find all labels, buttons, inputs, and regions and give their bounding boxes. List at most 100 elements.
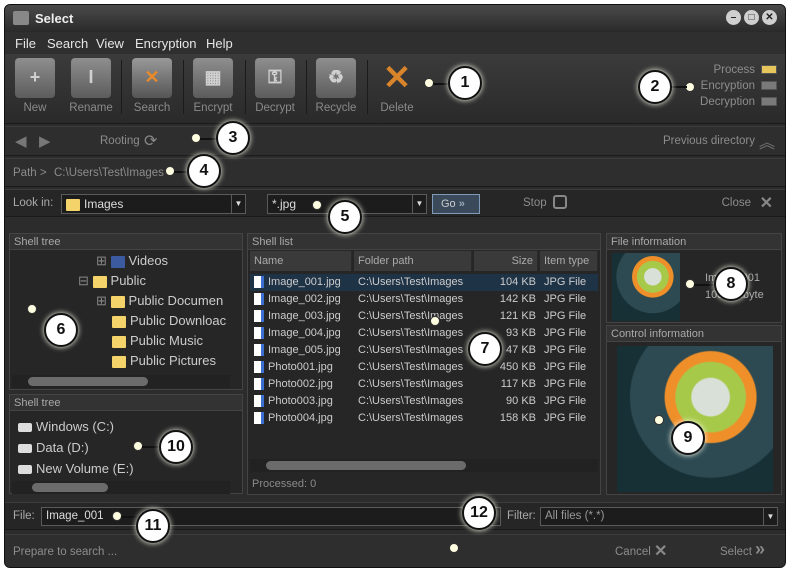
- stop-label[interactable]: Stop: [523, 197, 547, 209]
- callout-2: 2: [638, 70, 672, 104]
- forward-arrow-icon[interactable]: ▶: [39, 132, 51, 150]
- shell-list-panel: Shell list Name Folder path Size Item ty…: [247, 233, 601, 495]
- callout-1: 1: [448, 66, 482, 100]
- encrypt-lock-icon: ▦: [193, 58, 233, 98]
- encryption-swatch: [761, 81, 777, 91]
- cell-item-type: JPG File: [544, 293, 587, 305]
- file-thumbnail: [612, 253, 680, 321]
- cell-item-type: JPG File: [544, 378, 587, 390]
- back-arrow-icon[interactable]: ◀: [15, 132, 27, 150]
- table-row[interactable]: Image_003.jpg C:\Users\Test\Images 121 KB J…: [250, 308, 598, 325]
- drive-e[interactable]: New Volume (E:): [18, 461, 134, 476]
- cell-item-type: JPG File: [544, 412, 587, 424]
- close-window-button[interactable]: ✕: [762, 10, 777, 25]
- new-button[interactable]: + New: [10, 58, 60, 114]
- col-name[interactable]: Name: [250, 251, 352, 271]
- menu-view[interactable]: View: [96, 36, 124, 51]
- status-bar: Prepare to search ... Cancel ✕ Select »: [5, 534, 785, 567]
- cell-size: 117 KB: [500, 378, 536, 390]
- rooting-refresh-icon[interactable]: ⟳: [144, 131, 157, 151]
- table-row[interactable]: Image_005.jpg C:\Users\Test\Images 47 KB JP…: [250, 342, 598, 359]
- menu-encryption[interactable]: Encryption: [135, 36, 196, 51]
- file-name-input[interactable]: Image_001: [41, 507, 501, 526]
- app-icon: [13, 11, 29, 25]
- drive-d[interactable]: Data (D:): [18, 440, 89, 455]
- tree-item-public-music[interactable]: Public Music: [130, 333, 203, 348]
- cancel-label[interactable]: Cancel: [615, 546, 651, 558]
- cell-name: Photo003.jpg: [254, 395, 354, 408]
- process-swatch: [761, 65, 777, 75]
- menu-file[interactable]: File: [15, 36, 36, 51]
- table-row[interactable]: Photo002.jpg C:\Users\Test\Images 117 KB JP…: [250, 376, 598, 393]
- col-folder-path[interactable]: Folder path: [354, 251, 472, 271]
- tree-item-public-documents[interactable]: Public Documen: [129, 293, 224, 308]
- shell-tree-panel: Shell tree ⊞ Videos ⊟ Public ⊞ Public Do…: [9, 233, 243, 390]
- tree-item-videos[interactable]: Videos: [129, 253, 169, 268]
- decrypt-button[interactable]: ⚿ Decrypt: [250, 58, 300, 114]
- callout-7: 7: [468, 332, 502, 366]
- tree-item-public-pictures[interactable]: Public Pictures: [130, 353, 216, 368]
- jpg-file-icon: [254, 412, 264, 425]
- cell-item-type: JPG File: [544, 344, 587, 356]
- table-row[interactable]: Photo001.jpg C:\Users\Test\Images 450 KB JP…: [250, 359, 598, 376]
- table-row[interactable]: Photo004.jpg C:\Users\Test\Images 158 KB JP…: [250, 410, 598, 427]
- encrypt-button[interactable]: ▦ Encrypt: [188, 58, 238, 114]
- search-button[interactable]: ✕ Search: [127, 58, 177, 114]
- col-size[interactable]: Size: [474, 251, 538, 271]
- path-label: Path >: [13, 167, 47, 179]
- cell-folder-path: C:\Users\Test\Images: [358, 327, 464, 339]
- close-label[interactable]: Close: [722, 197, 751, 209]
- select-label[interactable]: Select: [720, 546, 752, 558]
- cell-size: 142 KB: [499, 293, 536, 305]
- look-in-label: Look in:: [13, 197, 54, 209]
- tree-item-public-downloads[interactable]: Public Downloac: [130, 313, 226, 328]
- col-item-type[interactable]: Item type: [540, 251, 598, 271]
- delete-button[interactable]: ✕ Delete: [372, 58, 422, 114]
- cell-name: Photo002.jpg: [254, 378, 354, 391]
- maximize-button[interactable]: □: [744, 10, 759, 25]
- cell-size: 121 KB: [499, 310, 536, 322]
- look-in-combo[interactable]: Images ▼: [61, 194, 246, 214]
- folder-icon: [66, 198, 80, 211]
- nav-bar: ◀ ▶ Rooting ⟳ Previous directory ︽: [5, 126, 785, 156]
- callout-3: 3: [216, 121, 250, 155]
- table-row[interactable]: Photo003.jpg C:\Users\Test\Images 90 KB JPG…: [250, 393, 598, 410]
- menu-help[interactable]: Help: [206, 36, 233, 51]
- previous-directory-label[interactable]: Previous directory: [663, 135, 755, 147]
- table-row[interactable]: Image_002.jpg C:\Users\Test\Images 142 KB J…: [250, 291, 598, 308]
- cell-item-type: JPG File: [544, 276, 587, 288]
- cancel-icon[interactable]: ✕: [654, 541, 667, 561]
- tree-item-public[interactable]: Public: [111, 273, 146, 288]
- recycle-icon: ♻: [316, 58, 356, 98]
- minimize-button[interactable]: –: [726, 10, 741, 25]
- drives-hscrollbar[interactable]: [12, 481, 230, 494]
- recycle-button[interactable]: ♻ Recycle: [311, 58, 361, 114]
- chevron-down-icon: ▼: [231, 195, 245, 213]
- rooting-label[interactable]: Rooting: [100, 135, 140, 147]
- decrypt-key-icon: ⚿: [255, 58, 295, 98]
- up-chevron-icon[interactable]: ︽: [759, 129, 775, 153]
- table-row[interactable]: Image_001.jpg C:\Users\Test\Images 104 KB J…: [250, 274, 598, 291]
- go-button[interactable]: Go »: [432, 194, 480, 214]
- menu-search[interactable]: Search: [47, 36, 88, 51]
- processed-count: Processed: 0: [252, 478, 317, 490]
- status-text: Prepare to search ...: [13, 546, 118, 558]
- stop-icon[interactable]: [553, 195, 567, 209]
- callout-11: 11: [136, 509, 170, 543]
- drive-c[interactable]: Windows (C:): [18, 419, 114, 434]
- control-info-panel: Control information: [606, 325, 782, 495]
- cell-size: 104 KB: [499, 276, 536, 288]
- rename-icon: I: [71, 58, 111, 98]
- select-chevron-icon[interactable]: »: [755, 539, 765, 560]
- cell-folder-path: C:\Users\Test\Images: [358, 378, 464, 390]
- jpg-file-icon: [254, 361, 264, 374]
- filter-combo[interactable]: All files (*.*) ▼: [540, 507, 778, 526]
- drives-title: Shell tree: [10, 395, 242, 411]
- tree-hscrollbar[interactable]: [12, 375, 230, 388]
- list-hscrollbar[interactable]: [250, 459, 598, 472]
- callout-5: 5: [328, 200, 362, 234]
- rename-button[interactable]: I Rename: [66, 58, 116, 114]
- table-row[interactable]: Image_004.jpg C:\Users\Test\Images 93 KB JP…: [250, 325, 598, 342]
- cell-size: 90 KB: [506, 395, 536, 407]
- close-icon[interactable]: ✕: [760, 193, 773, 213]
